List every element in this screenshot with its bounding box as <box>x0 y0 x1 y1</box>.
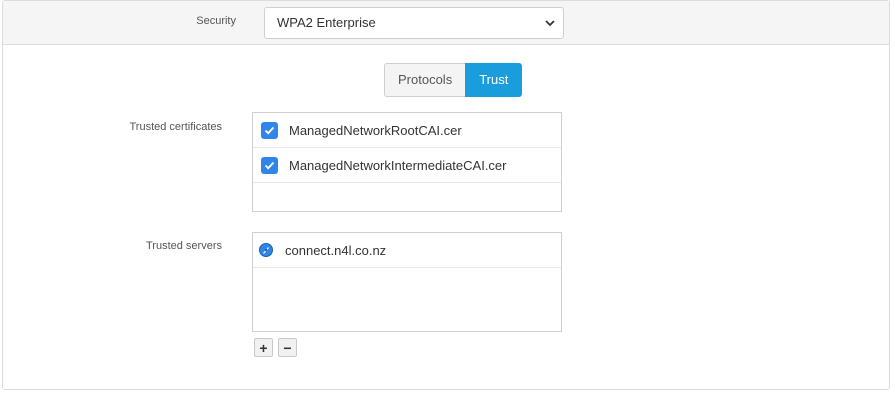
server-name: connect.n4l.co.nz <box>285 242 387 258</box>
add-button[interactable]: + <box>254 338 273 357</box>
security-label: Security <box>196 15 236 27</box>
list-item[interactable]: ManagedNetworkRootCAI.cer <box>253 113 561 148</box>
check-icon <box>264 126 275 135</box>
remove-button[interactable]: − <box>278 338 297 357</box>
security-select[interactable]: WPA2 Enterprise <box>264 7 564 39</box>
check-icon <box>264 161 275 170</box>
globe-icon <box>259 243 273 257</box>
list-item[interactable]: connect.n4l.co.nz <box>253 233 561 268</box>
tab-protocols[interactable]: Protocols <box>384 63 466 97</box>
trusted-certificates-list[interactable]: ManagedNetworkRootCAI.cer ManagedNetwork… <box>252 112 562 212</box>
list-item[interactable]: ManagedNetworkIntermediateCAI.cer <box>253 148 561 183</box>
certificate-name: ManagedNetworkRootCAI.cer <box>289 122 462 138</box>
chevron-down-icon <box>545 20 555 27</box>
certificate-name: ManagedNetworkIntermediateCAI.cer <box>289 157 507 173</box>
tab-trust[interactable]: Trust <box>465 63 523 97</box>
trusted-servers-list[interactable]: connect.n4l.co.nz <box>252 232 562 332</box>
trusted-certificates-label: Trusted certificates <box>129 121 222 133</box>
checkbox[interactable] <box>261 121 278 139</box>
trusted-servers-label: Trusted servers <box>145 240 222 252</box>
checkbox[interactable] <box>261 156 278 174</box>
security-select-value: WPA2 Enterprise <box>277 15 376 30</box>
tab-group: Protocols Trust <box>384 63 523 97</box>
